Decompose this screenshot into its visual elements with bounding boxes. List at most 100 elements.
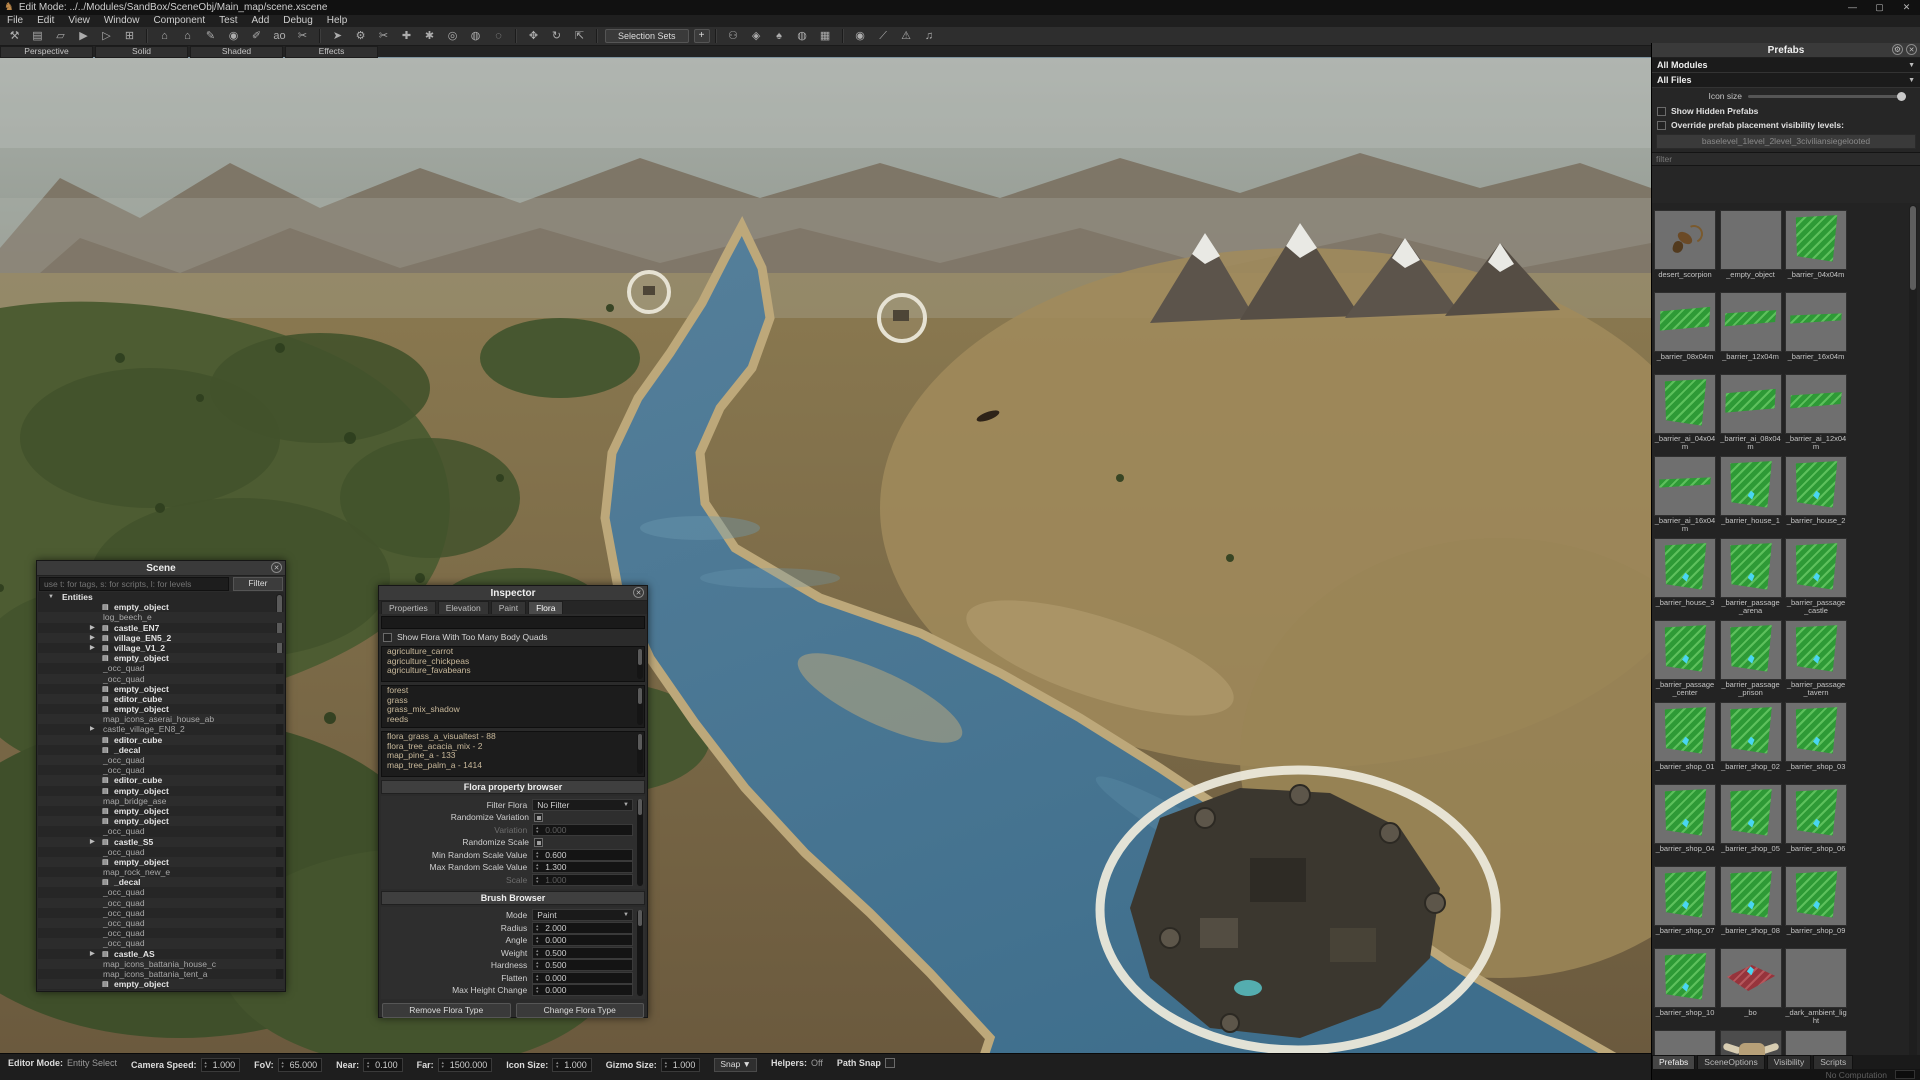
chevron-expanded-icon[interactable]: ▼ xyxy=(48,592,54,602)
cut-entity-icon[interactable]: ✂ xyxy=(373,28,394,44)
pen-icon[interactable]: ✐ xyxy=(246,28,267,44)
prefab-item[interactable]: _barrier_shop_10 xyxy=(1654,948,1716,1026)
zoom-game-icon[interactable]: ◌ xyxy=(488,28,509,44)
prefab-item[interactable]: _barrier_passage_arena xyxy=(1720,538,1782,616)
flora-list3-scrollbar[interactable] xyxy=(637,734,643,774)
brush-angle-spinner[interactable]: ▲▼0.000 xyxy=(532,934,633,946)
tree-item[interactable]: map_bridge_ase xyxy=(38,796,284,806)
tab-visibility[interactable]: Visibility xyxy=(1767,1055,1812,1069)
tree-item[interactable]: _occ_quad xyxy=(38,765,284,775)
prefab-item[interactable]: _barrier_house_2 xyxy=(1785,456,1847,534)
zoom-physics-icon[interactable]: ◎ xyxy=(442,28,463,44)
play-icon[interactable]: ▶ xyxy=(73,28,94,44)
pencil-icon[interactable]: ✎ xyxy=(200,28,221,44)
tree-item[interactable]: _occ_quad xyxy=(38,938,284,948)
flora-category-list-2[interactable]: forestgrassgrass_mix_shadowreeds xyxy=(381,685,645,728)
flora-search-input[interactable] xyxy=(381,616,645,629)
spinner-arrows-icon[interactable]: ▲▼ xyxy=(533,863,541,871)
menu-test[interactable]: Test xyxy=(212,15,244,27)
burst-icon[interactable]: ✱ xyxy=(419,28,440,44)
flora-max-random-scale-value-spinner[interactable]: ▲▼1.300 xyxy=(532,861,633,873)
tree-item[interactable]: ▤empty_object xyxy=(38,816,284,826)
menu-debug[interactable]: Debug xyxy=(276,15,319,27)
prefab-item[interactable]: _barrier_shop_07 xyxy=(1654,866,1716,944)
tree-item[interactable]: _occ_quad xyxy=(38,918,284,928)
brush-max-height-change-spinner[interactable]: ▲▼0.000 xyxy=(532,984,633,996)
tree-item[interactable]: ▶▤castle_AS xyxy=(38,949,284,959)
prefab-item[interactable]: _barrier_08x04m xyxy=(1654,292,1716,370)
save-icon[interactable]: ▤ xyxy=(27,28,48,44)
tree-item[interactable]: map_icons_aserai_house_ab xyxy=(38,714,284,724)
status-gizmo-size-spinner[interactable]: ▲▼1.000 xyxy=(661,1058,701,1072)
tab-flora[interactable]: Flora xyxy=(528,601,563,614)
move-tool-icon[interactable]: ✥ xyxy=(523,28,544,44)
prefab-item[interactable]: _empty_object xyxy=(1720,210,1782,288)
tree-item[interactable]: ▤decal xyxy=(38,989,284,990)
select-pointer-icon[interactable]: ➤ xyxy=(327,28,348,44)
brush-hardness-spinner[interactable]: ▲▼0.500 xyxy=(532,959,633,971)
spinner-arrows-icon[interactable]: ▲▼ xyxy=(533,974,541,982)
spinner-arrows-icon[interactable]: ▲▼ xyxy=(533,924,541,932)
menu-view[interactable]: View xyxy=(61,15,97,27)
prefab-item[interactable]: desert_scorpion xyxy=(1654,210,1716,288)
close-button[interactable]: ✕ xyxy=(1893,0,1920,15)
selection-sets-button[interactable]: Selection Sets xyxy=(605,29,689,43)
tree-item[interactable]: _occ_quad xyxy=(38,826,284,836)
cut-icon[interactable]: ✂ xyxy=(292,28,313,44)
status-fov-spinner[interactable]: ▲▼65.000 xyxy=(278,1058,323,1072)
chevron-collapsed-icon[interactable]: ▶ xyxy=(90,623,95,633)
spinner-arrows-icon[interactable]: ▲▼ xyxy=(533,826,541,834)
flora-list2-item[interactable]: grass_mix_shadow xyxy=(382,705,644,715)
brush-radius-spinner[interactable]: ▲▼2.000 xyxy=(532,922,633,934)
tree-item[interactable]: ▤empty_object xyxy=(38,806,284,816)
tree-item[interactable]: _occ_quad xyxy=(38,928,284,938)
flora-list2-item[interactable]: reeds xyxy=(382,715,644,725)
chevron-collapsed-icon[interactable]: ▶ xyxy=(90,633,95,643)
tree-item[interactable]: log_beech_e xyxy=(38,612,284,622)
prefab-item[interactable]: _barrier_16x04m xyxy=(1785,292,1847,370)
spinner-arrows-icon[interactable]: ▲▼ xyxy=(202,1061,210,1069)
brush-mode-dropdown[interactable]: Paint▼ xyxy=(532,909,633,921)
prefab-item[interactable]: _barrier_12x04m xyxy=(1720,292,1782,370)
scene-panel-header[interactable]: Scene ✕ xyxy=(37,561,285,576)
tree-item[interactable]: _occ_quad xyxy=(38,898,284,908)
tree-item[interactable]: ▤editor_cube xyxy=(38,694,284,704)
override-visibility-checkbox[interactable] xyxy=(1657,121,1666,130)
flora-type-list[interactable]: flora_grass_a_visualtest - 88flora_tree_… xyxy=(381,731,645,777)
menu-edit[interactable]: Edit xyxy=(30,15,61,27)
scene-search-input[interactable] xyxy=(39,577,229,591)
tab-paint[interactable]: Paint xyxy=(491,601,526,614)
icon-size-slider-knob[interactable] xyxy=(1897,92,1906,101)
tree-item[interactable]: _occ_quad xyxy=(38,663,284,673)
ruler-icon[interactable]: ⟋ xyxy=(873,28,894,44)
snap-dropdown[interactable]: Snap ▼ xyxy=(714,1058,757,1072)
flora-scale-spinner[interactable]: ▲▼1.000 xyxy=(532,874,633,886)
status-far-spinner[interactable]: ▲▼1500.000 xyxy=(438,1058,493,1072)
tab-elevation[interactable]: Elevation xyxy=(438,601,489,614)
brush-weight-spinner[interactable]: ▲▼0.500 xyxy=(532,947,633,959)
tree-item[interactable]: ▤_decal xyxy=(38,877,284,887)
spinner-arrows-icon[interactable]: ▲▼ xyxy=(364,1061,372,1069)
tree-item[interactable]: _occ_quad xyxy=(38,847,284,857)
tree-item[interactable]: ▤editor_cube xyxy=(38,735,284,745)
prefab-item[interactable]: _barrier_shop_05 xyxy=(1720,784,1782,862)
foliage-icon[interactable]: ♠ xyxy=(769,28,790,44)
tree-item[interactable]: _occ_quad xyxy=(38,755,284,765)
zoom-scene-icon[interactable]: ◍ xyxy=(465,28,486,44)
flora-category-list-1[interactable]: agriculture_carrotagriculture_chickpeasa… xyxy=(381,646,645,682)
prefab-item[interactable]: _barrier_shop_01 xyxy=(1654,702,1716,780)
tree-item[interactable]: map_rock_new_e xyxy=(38,867,284,877)
flora-list2-item[interactable]: forest xyxy=(382,686,644,696)
tree-item[interactable]: map_icons_battania_house_c xyxy=(38,959,284,969)
tab-scripts[interactable]: Scripts xyxy=(1813,1055,1853,1069)
scale-tool-icon[interactable]: ⇱ xyxy=(569,28,590,44)
close-icon[interactable]: ✕ xyxy=(633,587,644,598)
viewport-mode-shaded[interactable]: Shaded xyxy=(190,46,283,58)
spinner-arrows-icon[interactable]: ▲▼ xyxy=(533,949,541,957)
prefab-item[interactable]: _barrier_ai_16x04m xyxy=(1654,456,1716,534)
tree-item[interactable]: ▤empty_object xyxy=(38,602,284,612)
viewport-mode-perspective[interactable]: Perspective xyxy=(0,46,93,58)
tree-item[interactable]: _occ_quad xyxy=(38,674,284,684)
gear-icon[interactable]: ⚙ xyxy=(1892,44,1903,55)
tree-item[interactable]: ▤editor_cube xyxy=(38,775,284,785)
